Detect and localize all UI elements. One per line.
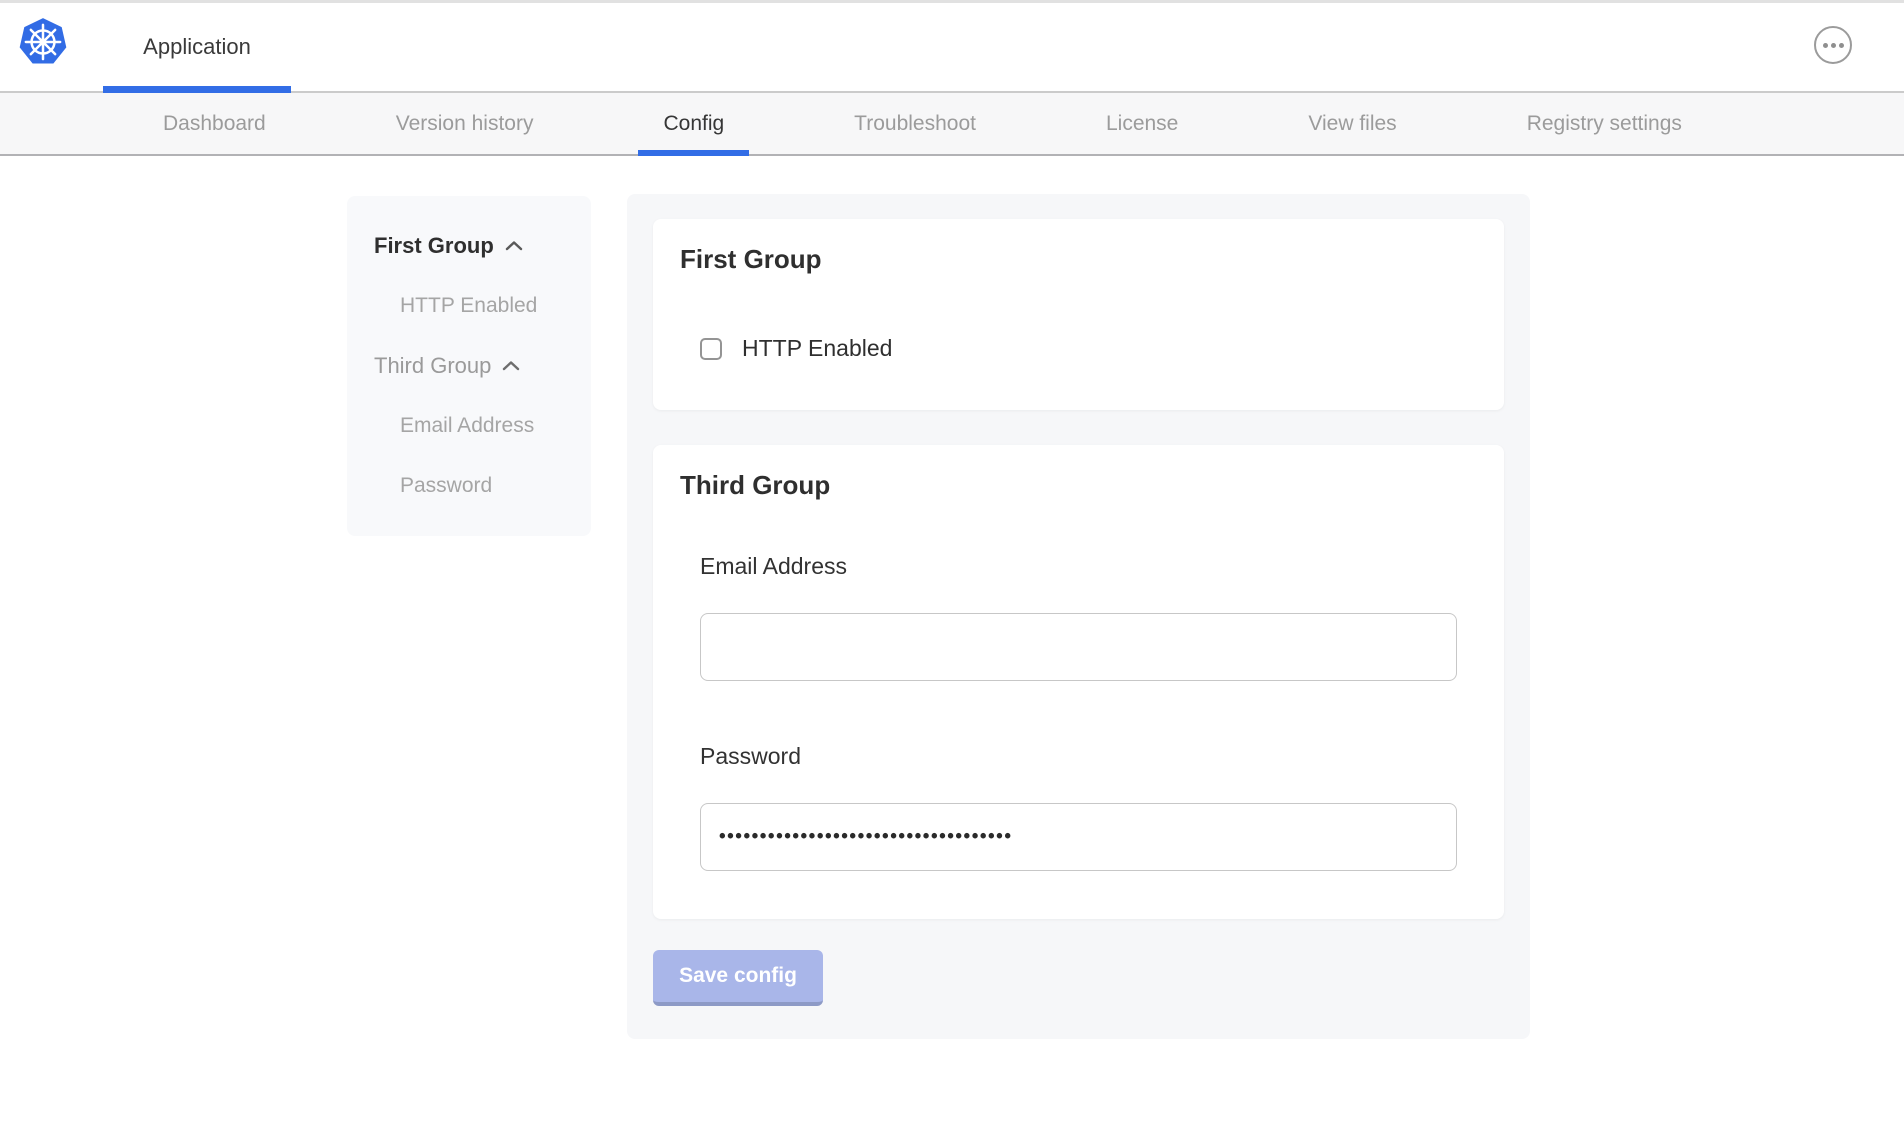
chevron-up-icon <box>505 239 523 253</box>
tab-license[interactable]: License <box>1081 93 1203 154</box>
tab-config[interactable]: Config <box>638 93 749 154</box>
application-tab[interactable]: Application <box>103 3 291 91</box>
email-address-label: Email Address <box>700 553 1477 580</box>
tab-version-history[interactable]: Version history <box>371 93 559 154</box>
group-title: Third Group <box>680 470 1477 501</box>
http-enabled-field: HTTP Enabled <box>700 335 1477 362</box>
sidebar-item-http-enabled[interactable]: HTTP Enabled <box>347 276 591 336</box>
sidebar-item-first-group[interactable]: First Group <box>347 216 591 276</box>
sidebar-item-label: Password <box>400 474 492 498</box>
sidebar-item-label: First Group <box>374 233 494 259</box>
tab-view-files[interactable]: View files <box>1283 93 1421 154</box>
chevron-up-icon <box>502 359 520 373</box>
config-page: First Group HTTP Enabled Third Group Ema… <box>0 156 1904 1120</box>
config-group-card-third: Third Group Email Address Password <box>653 445 1504 919</box>
sidebar-item-password[interactable]: Password <box>347 456 591 516</box>
config-group-card-first: First Group HTTP Enabled <box>653 219 1504 410</box>
ellipsis-icon <box>1823 43 1828 48</box>
sidebar-item-third-group[interactable]: Third Group <box>347 336 591 396</box>
sidebar-item-email-address[interactable]: Email Address <box>347 396 591 456</box>
group-title: First Group <box>680 244 1477 275</box>
sidebar-item-label: Email Address <box>400 414 534 438</box>
kubernetes-logo-icon <box>18 16 68 68</box>
config-form-panel: First Group HTTP Enabled Third Group Ema… <box>627 194 1530 1039</box>
app-subnav: Dashboard Version history Config Trouble… <box>0 93 1904 156</box>
email-address-input[interactable] <box>700 613 1457 681</box>
config-group-sidebar: First Group HTTP Enabled Third Group Ema… <box>347 196 591 536</box>
app-header: Application <box>0 3 1904 93</box>
password-label: Password <box>700 743 1477 770</box>
http-enabled-checkbox[interactable] <box>700 338 722 360</box>
sidebar-item-label: HTTP Enabled <box>400 294 537 318</box>
tab-troubleshoot[interactable]: Troubleshoot <box>829 93 1001 154</box>
tab-dashboard[interactable]: Dashboard <box>138 93 291 154</box>
http-enabled-label[interactable]: HTTP Enabled <box>742 335 892 362</box>
sidebar-item-label: Third Group <box>374 353 491 379</box>
save-config-button[interactable]: Save config <box>653 950 823 1006</box>
more-options-button[interactable] <box>1814 26 1852 64</box>
password-input[interactable] <box>700 803 1457 871</box>
tab-registry-settings[interactable]: Registry settings <box>1502 93 1707 154</box>
